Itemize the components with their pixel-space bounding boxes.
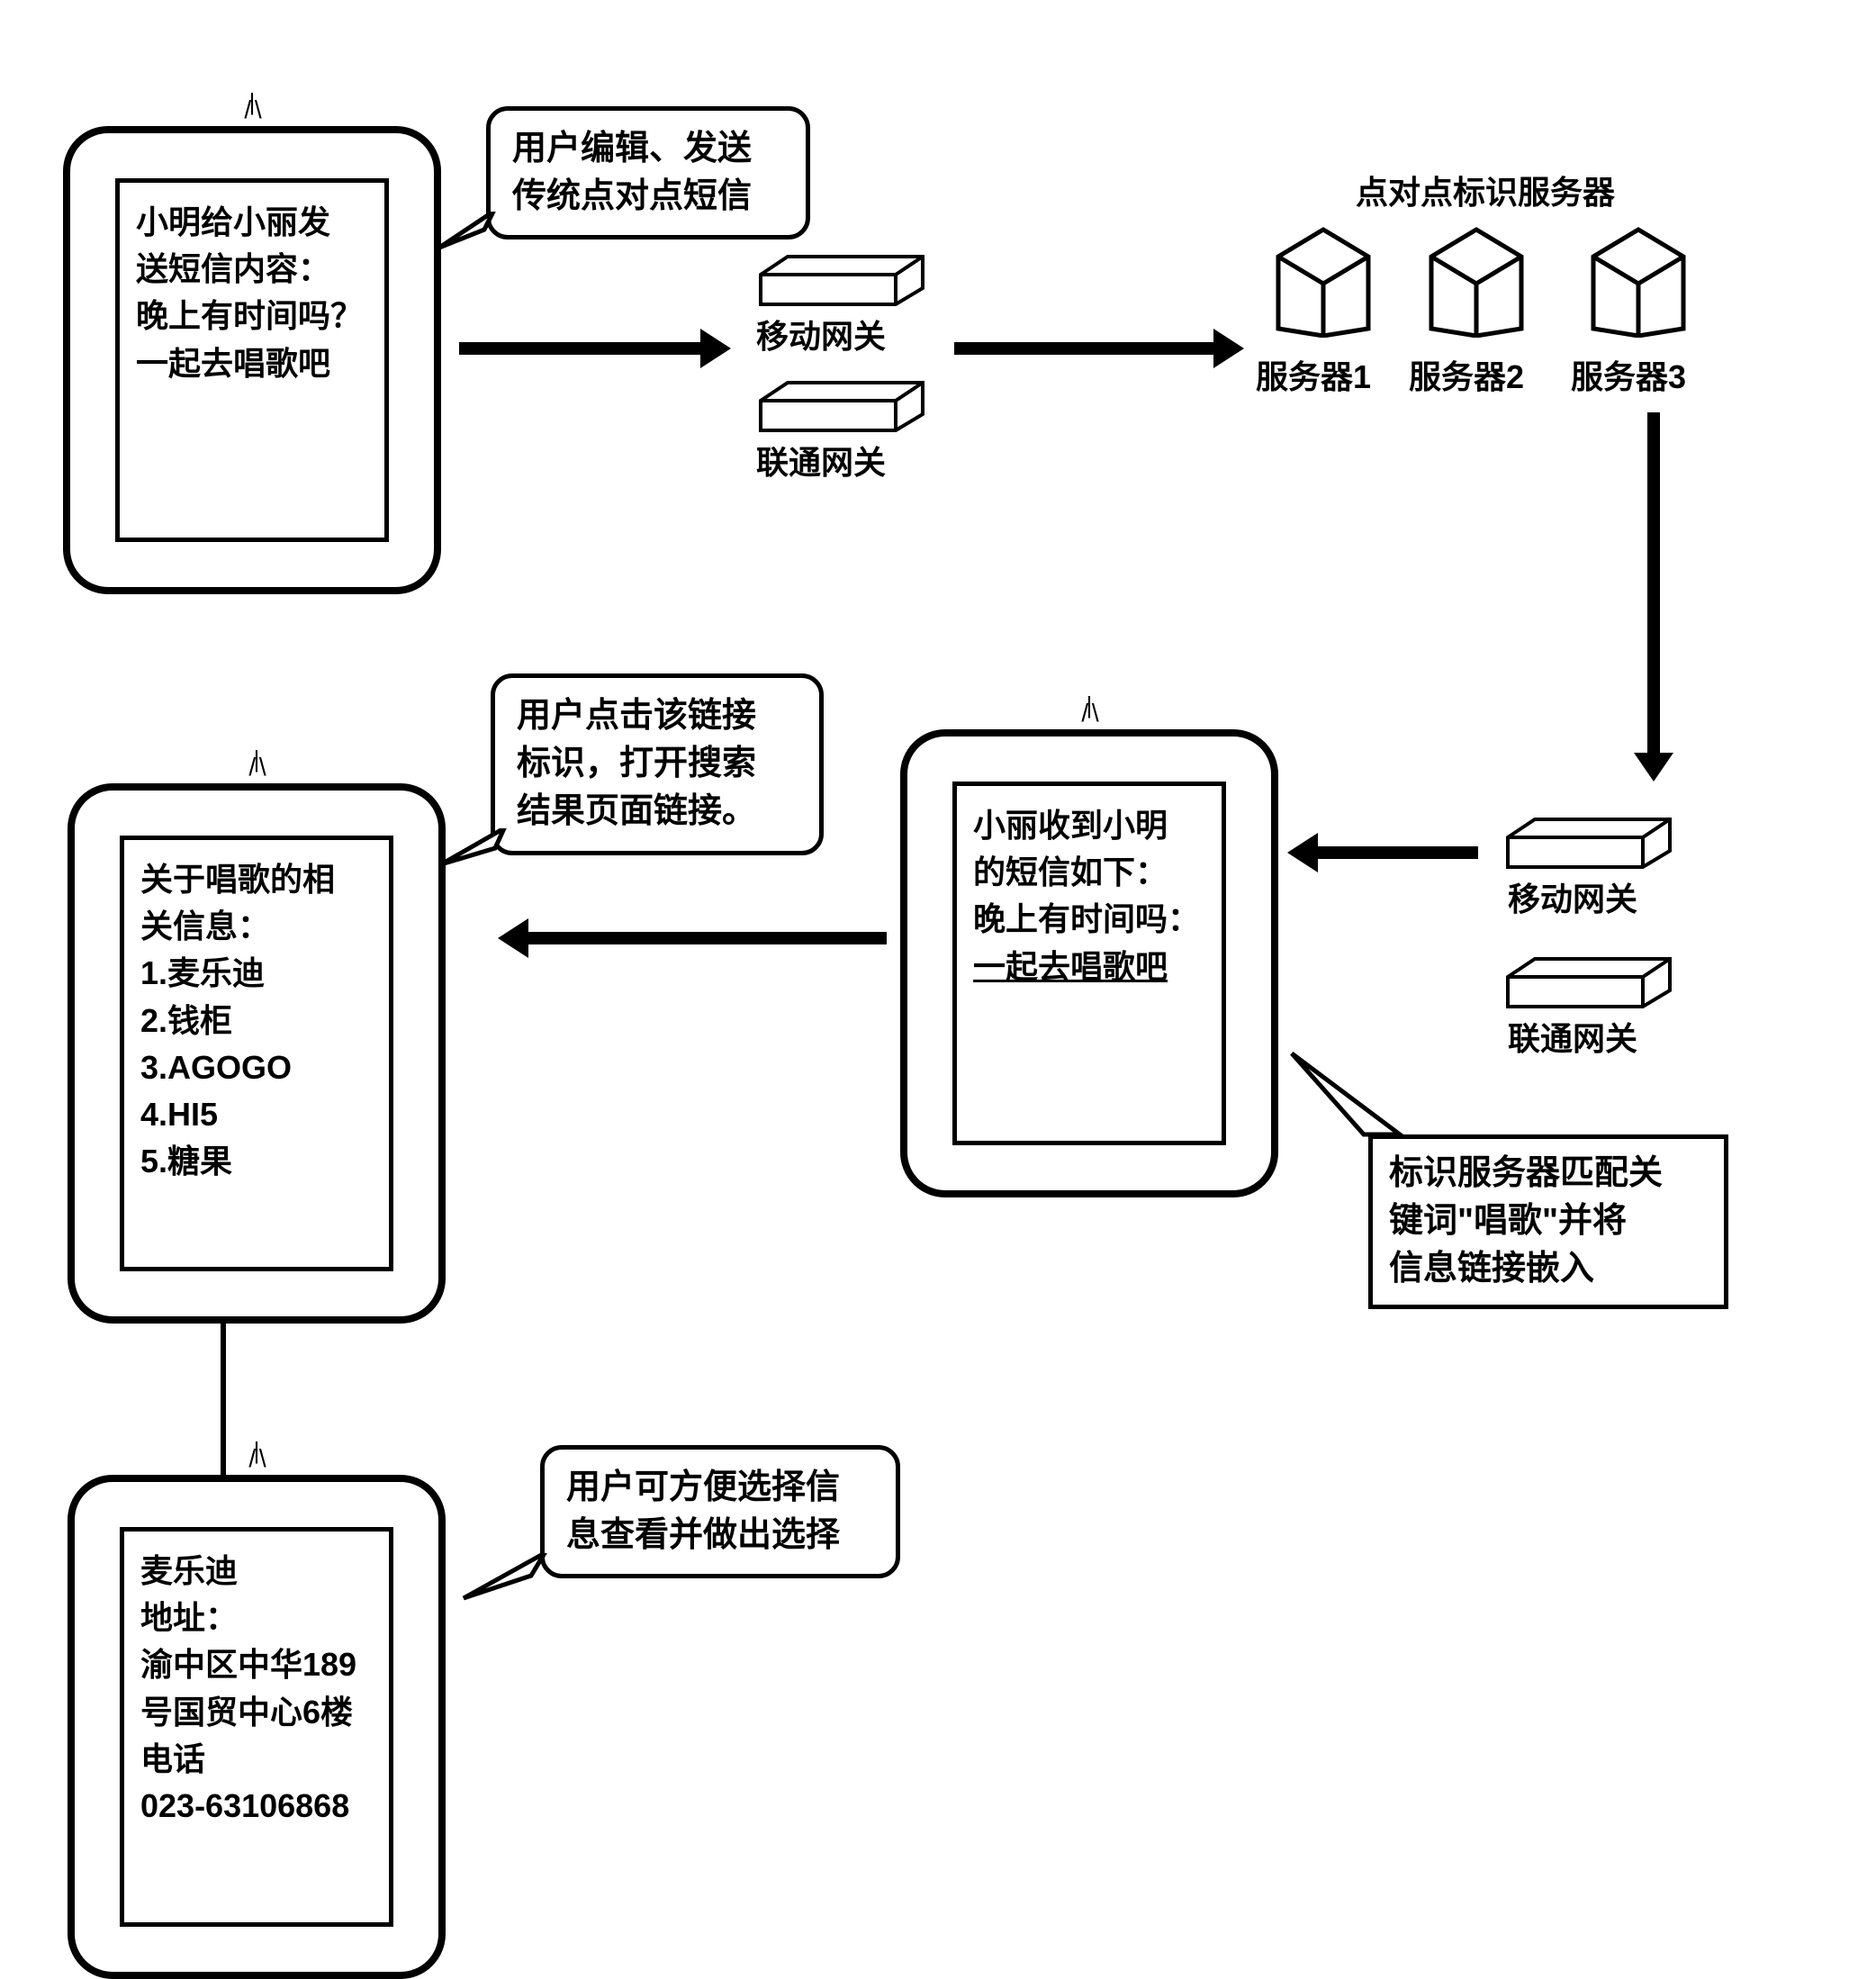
arrow-to-receiver-phone (1316, 846, 1478, 859)
phone-sender-screen: 小明给小丽发 送短信内容： 晚上有时间吗？ 一起去唱歌吧 (115, 178, 389, 542)
sms-link-text[interactable]: 一起去唱歌吧 (973, 944, 1205, 990)
arrow-to-servers (954, 342, 1215, 355)
detail-text: 麦乐迪 (140, 1548, 373, 1595)
sms-text: 小明给小丽发 (136, 199, 368, 246)
bubble-text: 标识，打开搜索 (517, 740, 798, 788)
note-tail (1283, 1044, 1409, 1143)
arrow-down-to-gateway (1647, 412, 1660, 755)
unicom-gateway-box-2 (1494, 954, 1683, 1008)
detail-text: 号国贸中心6楼 (140, 1689, 373, 1736)
bubble-text: 用户点击该链接 (517, 692, 798, 740)
phone-sender: 小明给小丽发 送短信内容： 晚上有时间吗？ 一起去唱歌吧 (63, 126, 441, 594)
bubble-text: 息查看并做出选择 (566, 1512, 874, 1559)
line-to-detail-phone (221, 1324, 226, 1477)
note-keyword-match: 标识服务器匹配关 键词"唱歌"并将 信息链接嵌入 (1368, 1134, 1728, 1309)
phone-receiver: 小丽收到小明 的短信如下： 晚上有时间吗： 一起去唱歌吧 (900, 729, 1278, 1197)
note-text: 标识服务器匹配关 (1389, 1150, 1708, 1197)
unicom-gateway-box (747, 378, 936, 432)
sms-text: 晚上有时间吗？ (136, 293, 368, 339)
results-header: 关于唱歌的相 (140, 856, 373, 903)
server-cube-2 (1422, 221, 1530, 338)
server-1-label: 服务器1 (1256, 351, 1371, 398)
result-item[interactable]: 1.麦乐迪 (140, 950, 373, 997)
results-header: 关信息： (140, 903, 373, 950)
mobile-gateway-label: 移动网关 (756, 311, 886, 357)
server-3-label: 服务器3 (1571, 351, 1686, 398)
servers-title: 点对点标识服务器 (1305, 167, 1665, 213)
mobile-gateway-box-2 (1494, 815, 1683, 869)
result-item[interactable]: 4.HI5 (140, 1091, 373, 1138)
server-cube-1 (1269, 221, 1377, 338)
bubble-text: 结果页面链接。 (517, 788, 798, 836)
arrow-to-gateway (459, 342, 702, 355)
detail-text: 渝中区中华189 (140, 1641, 373, 1688)
detail-text: 电话 (140, 1736, 373, 1783)
arrow-to-results-phone (527, 932, 887, 944)
bubble-text: 传统点对点短信 (512, 173, 784, 221)
sms-text: 的短信如下： (973, 849, 1205, 896)
phone-receiver-screen: 小丽收到小明 的短信如下： 晚上有时间吗： 一起去唱歌吧 (952, 782, 1226, 1145)
bubble-tail-3 (455, 1553, 554, 1607)
sms-text: 一起去唱歌吧 (136, 340, 368, 387)
speech-bubble-send: 用户编辑、发送 传统点对点短信 (486, 106, 810, 239)
speech-bubble-click-link: 用户点击该链接 标识，打开搜索 结果页面链接。 (491, 673, 824, 855)
sms-text: 小丽收到小明 (973, 802, 1205, 849)
server-cube-3 (1584, 221, 1692, 338)
note-text: 信息链接嵌入 (1389, 1245, 1708, 1293)
phone-detail-screen: 麦乐迪 地址： 渝中区中华189 号国贸中心6楼 电话 023-63106868 (120, 1527, 393, 1927)
mobile-gateway-box (747, 252, 936, 306)
sms-text: 送短信内容： (136, 246, 368, 293)
bubble-text: 用户编辑、发送 (512, 125, 784, 173)
result-item[interactable]: 5.糖果 (140, 1138, 373, 1185)
mobile-gateway-label-2: 移动网关 (1508, 873, 1637, 920)
result-item[interactable]: 2.钱柜 (140, 998, 373, 1044)
bubble-tail (430, 212, 502, 257)
bubble-text: 用户可方便选择信 (566, 1464, 874, 1512)
phone-search-results: 关于唱歌的相 关信息： 1.麦乐迪 2.钱柜 3.AGOGO 4.HI5 5.糖… (68, 783, 446, 1324)
sms-text: 晚上有时间吗： (973, 896, 1205, 943)
detail-text: 023-63106868 (140, 1783, 373, 1830)
speech-bubble-select-info: 用户可方便选择信 息查看并做出选择 (540, 1445, 900, 1578)
result-item[interactable]: 3.AGOGO (140, 1044, 373, 1091)
phone-detail: 麦乐迪 地址： 渝中区中华189 号国贸中心6楼 电话 023-63106868 (68, 1475, 446, 1979)
unicom-gateway-label: 联通网关 (756, 437, 886, 483)
server-2-label: 服务器2 (1409, 351, 1524, 398)
note-text: 键词"唱歌"并将 (1389, 1197, 1708, 1245)
unicom-gateway-label-2: 联通网关 (1508, 1013, 1637, 1060)
detail-text: 地址： (140, 1595, 373, 1641)
phone-results-screen: 关于唱歌的相 关信息： 1.麦乐迪 2.钱柜 3.AGOGO 4.HI5 5.糖… (120, 836, 393, 1271)
